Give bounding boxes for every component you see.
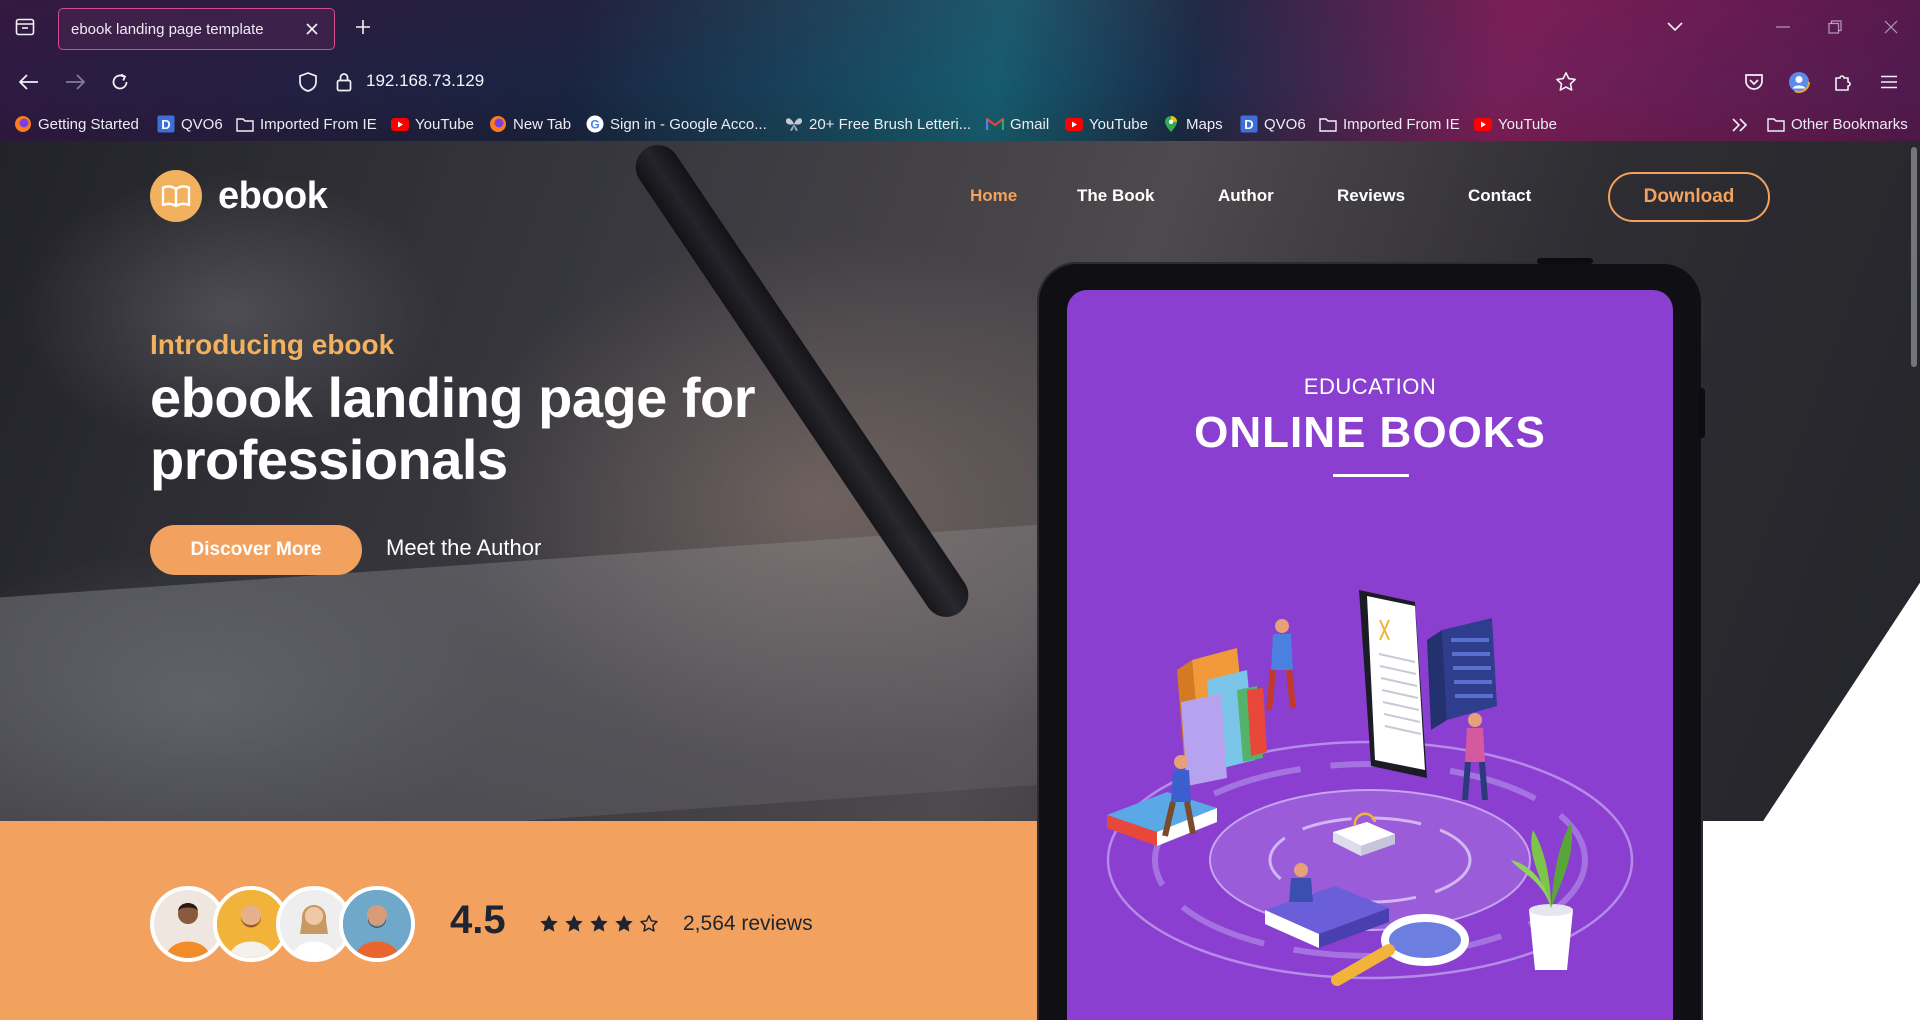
star-filled-icon bbox=[561, 911, 586, 935]
navigation-toolbar: 192.168.73.129 bbox=[0, 60, 1920, 102]
youtube-icon bbox=[1474, 115, 1492, 133]
meet-the-author-link[interactable]: Meet the Author bbox=[386, 535, 541, 561]
nav-reviews[interactable]: Reviews bbox=[1337, 186, 1405, 206]
firefox-icon bbox=[489, 115, 507, 133]
nav-contact[interactable]: Contact bbox=[1468, 186, 1531, 206]
chevron-down-icon[interactable] bbox=[1662, 14, 1688, 40]
nav-the-book[interactable]: The Book bbox=[1077, 186, 1154, 206]
bookmark-youtube[interactable]: YouTube bbox=[1474, 113, 1557, 135]
firefox-icon bbox=[14, 115, 32, 133]
reviews-count: 2,564 reviews bbox=[683, 912, 813, 935]
youtube-icon bbox=[1065, 115, 1083, 133]
ebook-cover: EDUCATION ONLINE BOOKS bbox=[1067, 290, 1673, 1020]
hero-headline-line-2: professionals bbox=[150, 428, 508, 491]
back-arrow-icon[interactable] bbox=[16, 69, 42, 95]
active-tab[interactable]: ebook landing page template bbox=[58, 8, 335, 50]
tab-strip: ebook landing page template bbox=[0, 0, 1920, 54]
open-book-icon bbox=[150, 170, 202, 222]
maps-icon bbox=[1162, 115, 1180, 133]
bookmark-new-tab[interactable]: New Tab bbox=[489, 113, 571, 135]
hero-headline-line-1: ebook landing page for bbox=[150, 366, 756, 429]
menu-hamburger-icon[interactable] bbox=[1876, 69, 1902, 95]
extensions-puzzle-icon[interactable] bbox=[1830, 69, 1856, 95]
qvo6-icon: D bbox=[1240, 115, 1258, 133]
folder-icon bbox=[1319, 115, 1337, 133]
plus-icon[interactable] bbox=[350, 14, 376, 40]
window-close-icon[interactable] bbox=[1878, 14, 1904, 40]
page-scrollbar[interactable] bbox=[1908, 141, 1920, 1020]
page-content: ebook Home The Book Author Reviews Conta… bbox=[0, 141, 1920, 1020]
chevron-double-right-icon[interactable] bbox=[1730, 116, 1750, 134]
star-rating bbox=[536, 911, 661, 935]
nav-author[interactable]: Author bbox=[1218, 186, 1274, 206]
hero-headline: ebook landing page for professionals bbox=[150, 367, 950, 491]
folder-icon bbox=[236, 115, 254, 133]
pocket-icon[interactable] bbox=[1741, 69, 1767, 95]
star-filled-icon bbox=[611, 911, 636, 935]
svg-text:G: G bbox=[590, 118, 599, 132]
online-books-illustration bbox=[1106, 590, 1634, 986]
bookmark-qvo6[interactable]: D QVO6 bbox=[157, 113, 223, 135]
star-outline-icon bbox=[636, 911, 661, 935]
cover-title: ONLINE BOOKS bbox=[1194, 408, 1546, 457]
reload-icon[interactable] bbox=[107, 69, 133, 95]
url-field[interactable]: 192.168.73.129 bbox=[366, 71, 484, 91]
bookmark-getting-started[interactable]: Getting Started bbox=[14, 113, 139, 135]
bookmark-star-icon[interactable] bbox=[1553, 69, 1579, 95]
reviewer-avatars bbox=[150, 886, 415, 962]
account-avatar-icon[interactable] bbox=[1786, 69, 1812, 95]
tablet-mockup: EDUCATION ONLINE BOOKS bbox=[1037, 258, 1705, 1020]
tab-title: ebook landing page template bbox=[71, 20, 264, 38]
youtube-icon bbox=[391, 115, 409, 133]
star-filled-icon bbox=[586, 911, 611, 935]
bookmark-gmail[interactable]: Gmail bbox=[986, 113, 1049, 135]
star-filled-icon bbox=[536, 911, 561, 935]
nav-home[interactable]: Home bbox=[970, 186, 1017, 206]
butterfly-icon bbox=[785, 115, 803, 133]
hero-eyebrow: Introducing ebook bbox=[150, 329, 395, 360]
bookmark-maps[interactable]: Maps bbox=[1162, 113, 1223, 135]
restore-icon[interactable] bbox=[1822, 14, 1848, 40]
avatar bbox=[339, 886, 415, 962]
lock-icon[interactable] bbox=[331, 69, 357, 95]
bookmark-other-bookmarks[interactable]: Other Bookmarks bbox=[1767, 113, 1908, 135]
forward-arrow-icon[interactable] bbox=[62, 69, 88, 95]
bookmark-brush-lettering[interactable]: 20+ Free Brush Letteri... bbox=[785, 113, 971, 135]
qvo6-icon: D bbox=[157, 115, 175, 133]
scrollbar-thumb[interactable] bbox=[1911, 147, 1917, 367]
cover-divider bbox=[1333, 474, 1409, 477]
bookmark-qvo6[interactable]: D QVO6 bbox=[1240, 113, 1306, 135]
gmail-icon bbox=[986, 115, 1004, 133]
rating-value: 4.5 bbox=[450, 898, 506, 942]
bookmark-imported-from-ie[interactable]: Imported From IE bbox=[236, 113, 377, 135]
tablet-power-button bbox=[1537, 258, 1593, 264]
bookmark-youtube[interactable]: YouTube bbox=[391, 113, 474, 135]
site-logo[interactable]: ebook bbox=[150, 170, 328, 222]
bookmarks-toolbar: Getting Started D QVO6 Imported From IE … bbox=[0, 108, 1920, 140]
folder-icon bbox=[1767, 115, 1785, 133]
discover-more-button[interactable]: Discover More bbox=[150, 525, 362, 575]
tablet-volume-button bbox=[1699, 388, 1705, 438]
browser-chrome: ebook landing page template 192.168.73.1… bbox=[0, 0, 1920, 141]
bookmark-youtube[interactable]: YouTube bbox=[1065, 113, 1148, 135]
svg-text:D: D bbox=[161, 117, 170, 132]
minimize-icon[interactable] bbox=[1770, 14, 1796, 40]
svg-text:D: D bbox=[1244, 117, 1253, 132]
download-button[interactable]: Download bbox=[1608, 172, 1770, 222]
cover-eyebrow: EDUCATION bbox=[1303, 374, 1437, 399]
shield-icon[interactable] bbox=[295, 69, 321, 95]
bookmark-google-signin[interactable]: G Sign in - Google Acco... bbox=[586, 113, 767, 135]
logo-text: ebook bbox=[218, 174, 328, 217]
close-icon[interactable] bbox=[302, 19, 322, 39]
tab-list-icon[interactable] bbox=[12, 16, 38, 38]
bookmark-imported-from-ie[interactable]: Imported From IE bbox=[1319, 113, 1460, 135]
google-icon: G bbox=[586, 115, 604, 133]
